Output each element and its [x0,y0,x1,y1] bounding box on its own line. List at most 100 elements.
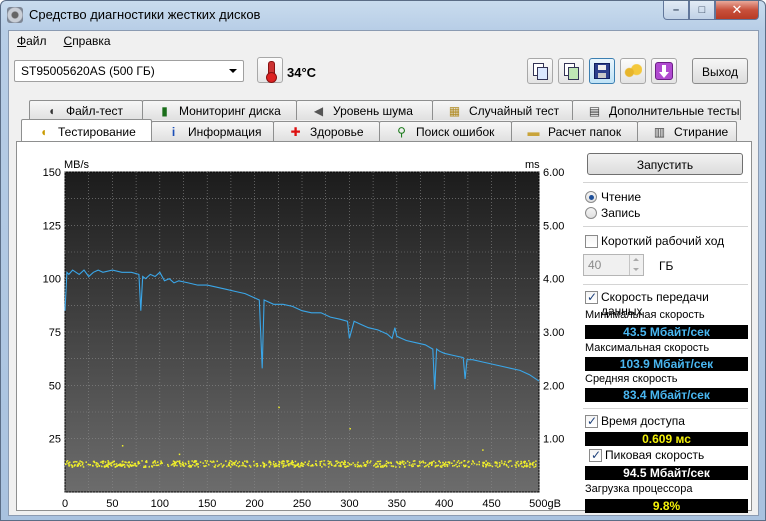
access-time-point [365,463,367,466]
burst-rate-checkbox[interactable]: Пиковая скорость [589,448,754,464]
checkbox-box [589,448,602,462]
x-tick-label: 0 [62,498,68,510]
access-time-point [241,464,243,467]
start-button[interactable]: Запустить [587,153,743,175]
access-time-point [196,463,198,465]
tab-erase[interactable]: ▥ Стирание [637,121,737,141]
read-radio[interactable]: Чтение [585,190,745,206]
access-time-checkbox[interactable]: Время доступа [585,414,750,430]
drive-select[interactable]: ST95005620AS (500 ГБ) [14,60,244,82]
tab-info[interactable]: i Информация [151,121,274,141]
access-time-point [249,466,252,468]
minimize-button[interactable]: – [663,1,689,20]
access-time-point [458,462,461,465]
access-time-point [418,460,421,463]
access-time-point [411,465,413,468]
access-time-point [382,466,384,468]
access-time-point [104,461,107,463]
access-time-point [161,462,163,464]
y-left-tick-label: 25 [49,434,61,446]
access-time-point [494,461,497,464]
write-radio[interactable]: Запись [585,206,745,222]
info-icon: i [171,124,176,139]
close-button[interactable]: ✕ [715,1,759,20]
access-time-point [102,462,104,464]
tab-file-test[interactable]: ◖ Файл-тест [29,100,143,120]
access-time-point [300,463,302,465]
access-time-point [179,462,181,465]
download-button[interactable] [651,58,677,84]
checkbox-box [585,290,598,304]
access-time-point [92,465,94,467]
tab-error-scan[interactable]: ⚲ Поиск ошибок [379,121,512,141]
access-time-point [503,462,506,465]
access-time-point [425,465,427,467]
access-time-point [507,466,510,468]
access-time-point [74,464,76,466]
access-time-point [463,460,465,462]
short-stroke-checkbox[interactable]: Короткий рабочий ход [585,234,750,250]
access-time-point [270,463,272,466]
access-time-point [77,465,79,467]
x-tick-label: 350 [388,498,406,510]
spinner-down-icon[interactable] [629,265,643,275]
tab-disk-monitor[interactable]: ▮ Мониторинг диска [142,100,297,120]
disk-app-icon [7,7,23,23]
access-time-point [395,461,398,463]
menu-help[interactable]: Справка [56,31,120,51]
magnifier-icon: ⚲ [397,124,406,139]
access-time-point [323,463,325,465]
access-time-point [478,463,480,466]
access-time-point [137,462,139,464]
menu-file[interactable]: Файл [9,31,56,51]
copy-image-button[interactable] [558,58,584,84]
maximize-button[interactable]: □ [689,1,715,20]
access-time-point [311,464,314,466]
copy-text-button[interactable] [527,58,553,84]
access-time-point [349,428,351,430]
exit-button[interactable]: Выход [692,58,748,84]
app-window: Средство диагностики жестких дисков – □ … [0,0,766,521]
tab-folder-usage[interactable]: ▬ Расчет папок [511,121,638,141]
access-time-point [482,464,484,466]
access-time-point [278,406,280,409]
spinner-up-icon[interactable] [629,255,643,265]
access-time-point [159,463,162,465]
access-time-point [473,462,476,465]
access-time-point [230,463,233,466]
y-right-tick-label: 4.00 [543,274,564,286]
title-bar[interactable]: Средство диагностики жестких дисков – □ … [1,1,765,29]
access-time-point [366,462,369,464]
access-time-point [535,460,537,462]
access-time-point [153,464,155,466]
checkbox-box [585,235,598,248]
access-time-point [170,464,173,466]
access-time-point [529,462,531,464]
access-time-point [412,463,414,465]
save-button[interactable] [589,58,615,84]
tab-random-test[interactable]: ▦ Случайный тест [432,100,573,120]
access-time-point [510,460,512,462]
tab-noise-level[interactable]: ◀ Уровень шума [296,100,433,120]
access-time-point [77,463,80,465]
tab-benchmark[interactable]: ◖ Тестирование [21,119,152,141]
access-time-point [422,461,425,464]
tab-extra-tests[interactable]: ▤ Дополнительные тесты [572,100,741,120]
transfer-rate-checkbox[interactable]: Скорость передачи данных [585,290,750,318]
access-time-point [144,465,146,467]
tab-health[interactable]: ✚ Здоровье [273,121,380,141]
access-time-point [79,465,82,467]
access-time-point [190,466,192,468]
access-time-point [524,460,526,463]
bulb-icon: ◖ [47,103,56,118]
access-time-point [362,462,365,464]
short-stroke-spinner[interactable]: 40 [583,254,644,276]
options-button[interactable] [620,58,646,84]
access-time-point [339,464,342,466]
access-time-point [273,461,275,463]
access-time-point [304,461,306,463]
access-time-point [455,463,457,466]
access-time-point [301,463,304,465]
access-time-point [213,466,216,468]
access-time-point [517,464,520,466]
